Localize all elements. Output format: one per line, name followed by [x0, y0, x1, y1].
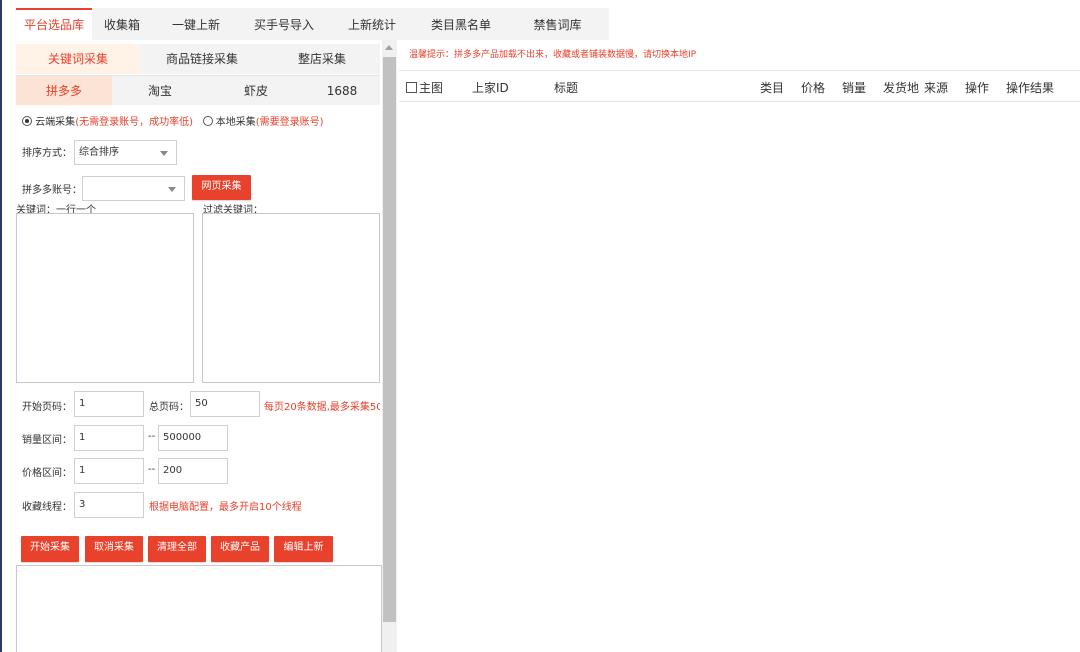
cloud-mode-label: 云端采集 [35, 117, 76, 128]
collect-method-tabs: 关键词采集 商品链接采集 整店采集 [16, 44, 380, 74]
sales-min-input[interactable]: 1 [74, 425, 144, 451]
chevron-down-icon [168, 187, 176, 192]
start-collect-button[interactable]: 开始采集 [21, 536, 79, 562]
price-range-label: 价格区间： [22, 468, 72, 479]
header-title: 标题 [554, 81, 579, 95]
tab-1688[interactable]: 1688 [304, 76, 380, 105]
tab-collection-box[interactable]: 收集箱 [92, 8, 152, 40]
header-price: 价格 [801, 81, 826, 95]
edit-listing-button[interactable]: 编辑上新 [274, 536, 333, 562]
header-ship-from: 发货地 [883, 81, 920, 95]
header-main-image-label: 主图 [419, 81, 444, 95]
header-operation: 操作 [965, 81, 990, 95]
price-max-input[interactable]: 200 [158, 458, 228, 484]
start-page-label: 开始页码： [22, 402, 72, 413]
header-main-image: 主图 [406, 79, 443, 96]
tab-buyer-import[interactable]: 买手号导入 [240, 8, 328, 40]
local-mode-note: (需要登录账号) [255, 117, 324, 128]
collect-panel: 关键词采集 商品链接采集 整店采集 拼多多 淘宝 虾皮 1688 云端采集(无需… [2, 40, 382, 652]
tab-link-collect[interactable]: 商品链接采集 [140, 44, 264, 74]
sort-label: 排序方式： [22, 148, 72, 159]
filter-keywords-textarea[interactable] [202, 213, 380, 383]
sales-range-separator: -- [148, 431, 156, 442]
keywords-textarea[interactable] [16, 213, 194, 383]
collect-mode-group: 云端采集(无需登录账号，成功率低) 本地采集(需要登录账号) [22, 113, 324, 128]
cancel-collect-button[interactable]: 取消采集 [85, 536, 143, 562]
app-window: 平台选品库 收集箱 一键上新 买手号导入 上新统计 类目黑名单 禁售词库 关键词… [0, 0, 1080, 652]
scroll-up-arrow-icon[interactable] [385, 45, 393, 50]
sort-select-value: 综合排序 [79, 147, 119, 158]
account-select[interactable] [82, 176, 185, 201]
price-min-input[interactable]: 1 [74, 458, 144, 484]
header-category: 类目 [760, 81, 785, 95]
sort-select[interactable]: 综合排序 [74, 140, 177, 165]
sales-max-input[interactable]: 500000 [158, 425, 228, 451]
select-all-checkbox[interactable] [406, 82, 417, 93]
favorite-products-button[interactable]: 收藏产品 [211, 536, 269, 562]
main-tab-bar: 平台选品库 收集箱 一键上新 买手号导入 上新统计 类目黑名单 禁售词库 [16, 8, 609, 40]
page-hint: 每页20条数据,最多采集50页 [264, 402, 380, 413]
tab-shop-collect[interactable]: 整店采集 [264, 44, 380, 74]
log-output[interactable] [16, 565, 382, 652]
price-range-separator: -- [148, 464, 156, 475]
tab-shopee[interactable]: 虾皮 [208, 76, 304, 105]
threads-input[interactable]: 3 [74, 492, 144, 518]
total-pages-input[interactable]: 50 [190, 391, 260, 417]
tab-listing-stats[interactable]: 上新统计 [328, 8, 416, 40]
tab-platform-library[interactable]: 平台选品库 [16, 8, 92, 40]
chevron-down-icon [160, 151, 168, 156]
start-page-input[interactable]: 1 [74, 391, 144, 417]
tab-pinduoduo[interactable]: 拼多多 [16, 76, 112, 105]
header-sales: 销量 [842, 81, 867, 95]
total-pages-label: 总页码： [149, 402, 189, 413]
tab-category-blacklist[interactable]: 类目黑名单 [416, 8, 506, 40]
tab-keyword-collect[interactable]: 关键词采集 [16, 44, 140, 74]
clear-all-button[interactable]: 清理全部 [148, 536, 206, 562]
platform-tabs: 拼多多 淘宝 虾皮 1688 [16, 75, 380, 105]
scrollbar-thumb[interactable] [383, 57, 396, 622]
cloud-mode-radio[interactable] [22, 116, 32, 126]
tab-banned-words[interactable]: 禁售词库 [506, 8, 609, 40]
account-label: 拼多多账号： [22, 185, 82, 196]
web-collect-button[interactable]: 网页采集 [192, 175, 251, 200]
cloud-mode-note: (无需登录账号，成功率低) [75, 117, 193, 128]
header-result: 操作结果 [1006, 81, 1055, 95]
left-panel-scrollbar[interactable] [382, 40, 397, 652]
tab-one-click-listing[interactable]: 一键上新 [152, 8, 240, 40]
header-seller-id: 上家ID [472, 81, 509, 95]
warm-tip: 温馨提示：拼多多产品加载不出来，收藏或者铺装数据慢，请切换本地IP [409, 50, 697, 60]
local-mode-label: 本地采集 [215, 117, 256, 128]
local-mode-radio[interactable] [202, 116, 213, 126]
tab-taobao[interactable]: 淘宝 [112, 76, 208, 105]
threads-hint: 根据电脑配置，最多开启10个线程 [149, 502, 302, 513]
threads-label: 收藏线程： [22, 502, 72, 513]
header-source: 来源 [924, 81, 949, 95]
results-table-header: 主图 上家ID 标题 类目 价格 销量 发货地 来源 操作 操作结果 [399, 70, 1080, 102]
sales-range-label: 销量区间： [22, 435, 72, 446]
